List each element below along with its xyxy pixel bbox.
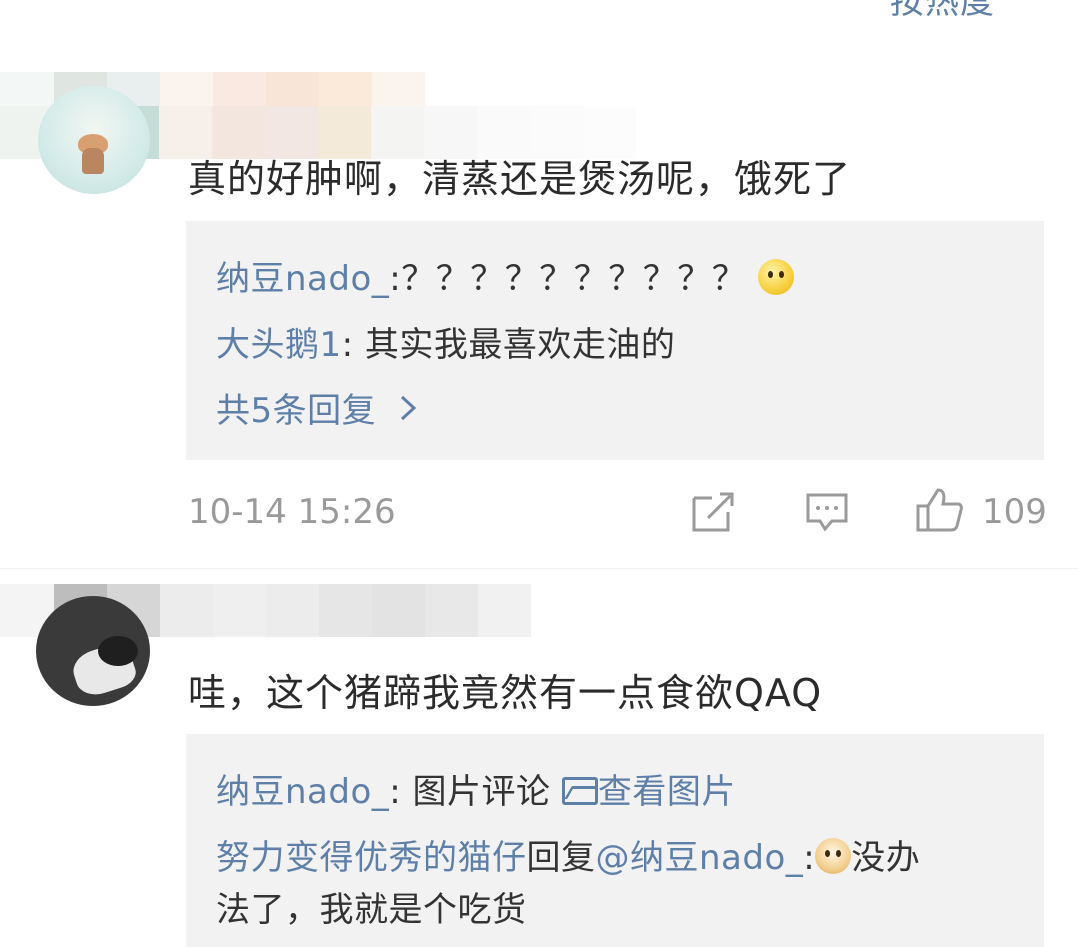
reply-text: : bbox=[803, 838, 816, 878]
reply-item[interactable]: 纳豆nado_:？？？？？？？？？？ bbox=[216, 251, 794, 300]
reply-text: : 其实我最喜欢走油的 bbox=[341, 325, 676, 365]
reply-username[interactable]: 纳豆nado_ bbox=[216, 772, 389, 812]
comment-icon[interactable] bbox=[804, 490, 850, 538]
sort-hot-label[interactable]: 按热度 bbox=[890, 0, 995, 23]
reply-item[interactable]: 纳豆nado_: 图片评论 查看图片 bbox=[216, 764, 736, 813]
reply-item[interactable]: 大头鹅1: 其实我最喜欢走油的 bbox=[216, 317, 675, 366]
comment-text: 真的好肿啊，清蒸还是煲汤呢，饿死了 bbox=[188, 157, 852, 201]
edit-icon[interactable] bbox=[690, 490, 736, 538]
reply-text: : 图片评论 bbox=[389, 772, 562, 812]
reply-username[interactable]: 努力变得优秀的猫仔 bbox=[216, 838, 527, 878]
avatar[interactable] bbox=[38, 86, 150, 194]
reply-item[interactable]: 努力变得优秀的猫仔回复@纳豆nado_: 没办 bbox=[216, 830, 920, 879]
reply-text: :？？？？？？？？？？ bbox=[389, 259, 747, 299]
more-replies-text: 共5条回复 bbox=[216, 391, 377, 431]
divider bbox=[0, 568, 1078, 569]
reply-box[interactable]: 纳豆nado_:？？？？？？？？？？ 大头鹅1: 其实我最喜欢走油的 共5条回复 bbox=[186, 221, 1044, 460]
doge-emoji-icon bbox=[815, 838, 852, 874]
comment-time: 10-14 15:26 bbox=[188, 492, 396, 532]
chevron-right-icon bbox=[399, 391, 417, 431]
reply-text-continued: 法了，我就是个吃货 bbox=[216, 890, 527, 930]
reply-box[interactable]: 纳豆nado_: 图片评论 查看图片 努力变得优秀的猫仔回复@纳豆nado_: 没… bbox=[186, 734, 1044, 947]
avatar[interactable] bbox=[36, 596, 150, 706]
sort-hot-label-text: 按热度 bbox=[890, 0, 995, 22]
reply-text: 回复 bbox=[526, 838, 596, 878]
more-replies-link[interactable]: 共5条回复 bbox=[216, 383, 417, 432]
like-icon[interactable] bbox=[914, 486, 964, 538]
thinking-emoji-icon bbox=[757, 259, 794, 295]
reply-text: 没办 bbox=[851, 838, 921, 878]
reply-username[interactable]: 纳豆nado_ bbox=[216, 259, 389, 299]
comment-text: 哇，这个猪蹄我竟然有一点食欲QAQ bbox=[188, 671, 823, 715]
view-image-link[interactable]: 查看图片 bbox=[598, 772, 736, 812]
mention-link[interactable]: @纳豆nado_ bbox=[596, 838, 804, 878]
image-icon[interactable] bbox=[561, 777, 598, 805]
reply-username[interactable]: 大头鹅1 bbox=[216, 325, 342, 365]
like-count: 109 bbox=[982, 492, 1047, 532]
